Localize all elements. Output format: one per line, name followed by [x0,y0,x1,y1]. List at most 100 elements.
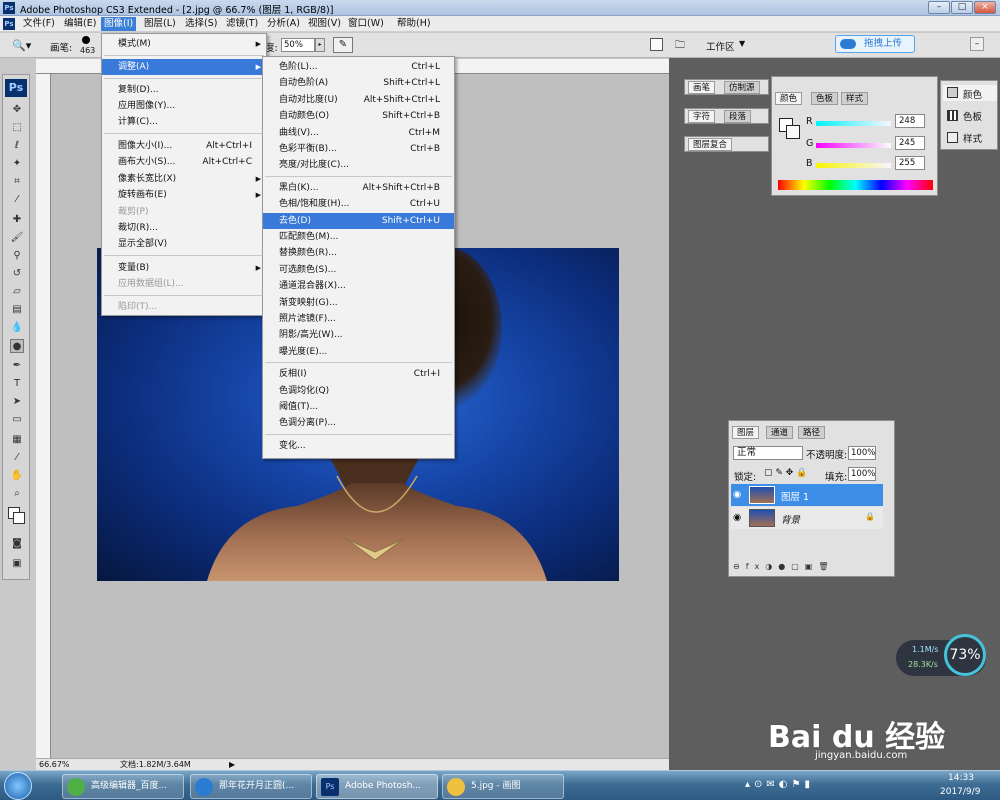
eraser-tool-icon[interactable]: ▱ [10,285,24,299]
tab-brushes[interactable]: 画笔 [688,81,716,94]
menu-adjustments[interactable]: 调整(A) ▶ [102,59,266,75]
gradient-tool-icon[interactable]: ▤ [10,303,24,317]
layer1-name[interactable]: 图层 1 [781,489,809,503]
tab-character[interactable]: 字符 [688,110,716,123]
brush-tool-icon[interactable]: 🖌 [10,231,24,245]
adjust-item[interactable]: 自动颜色(O) Shift+Ctrl+B [263,108,454,124]
maximize-button[interactable]: □ [951,1,973,14]
adjust-item[interactable]: 曲线(V)... Ctrl+M [263,125,454,141]
menu-mode[interactable]: 模式(M) ▶ [102,36,266,52]
menu-view[interactable]: 视图(V) [305,17,344,31]
network-widget[interactable]: 1.1M/s 28.3K/s 73% [896,634,986,676]
menu-apply-image[interactable]: 应用图像(Y)... [102,98,266,114]
zoom-tool-box-icon[interactable]: ⌕ [10,487,24,501]
g-slider[interactable] [816,143,891,148]
crop-tool-icon[interactable]: ⌗ [10,175,24,189]
menu-analysis[interactable]: 分析(A) [264,17,303,31]
menu-image[interactable]: 图像(I) [101,17,137,31]
adjust-item[interactable]: 曝光度(E)... [263,344,454,360]
pen-tool-icon[interactable]: ✒ [10,359,24,373]
adjust-item[interactable]: 反相(I) Ctrl+I [263,366,454,382]
background-color-swatch[interactable] [13,512,25,524]
adjust-item[interactable]: 匹配颜色(M)... [263,229,454,245]
clone-stamp-tool-icon[interactable]: ⚲ [10,249,24,263]
start-button[interactable] [4,772,32,800]
background-layer-name[interactable]: 背景 [781,512,800,526]
adjust-item[interactable]: 黑白(K)... Alt+Shift+Ctrl+B [263,180,454,196]
adjust-item[interactable]: 自动色阶(A) Shift+Ctrl+L [263,75,454,91]
quick-mask-icon[interactable]: ◙ [10,537,24,551]
tab-color[interactable]: 颜色 [775,92,803,105]
shape-tool-icon[interactable]: ▭ [10,413,24,427]
adjust-item[interactable]: 色彩平衡(B)... Ctrl+B [263,141,454,157]
menu-file[interactable]: 文件(F) [20,17,58,31]
layer-panel-footer-icons[interactable]: ⊖fx◑●▢▣🗑 [733,562,891,574]
layer-row-layer1[interactable]: ◉ 图层 1 [731,484,883,506]
adjust-item[interactable]: 渐变映射(G)... [263,295,454,311]
color-ramp[interactable] [778,180,933,190]
zoom-tool-icon[interactable]: 🔍▾ [12,39,31,52]
menu-help[interactable]: 帮助(H) [394,17,434,31]
tab-styles[interactable]: 样式 [841,92,869,105]
dodge-tool-icon[interactable]: ● [10,339,24,353]
menu-calculations[interactable]: 计算(C)... [102,114,266,130]
g-value-input[interactable]: 245 [895,136,925,150]
tab-swatches[interactable]: 色板 [811,92,839,105]
adjust-item[interactable]: 照片滤镜(F)... [263,311,454,327]
adjust-item[interactable]: 亮度/对比度(C)... [263,157,454,173]
r-value-input[interactable]: 248 [895,114,925,128]
bridge-icon[interactable]: 🗀 [675,38,685,55]
tab-layers[interactable]: 图层 [732,426,760,439]
menu-filter[interactable]: 滤镜(T) [223,17,261,31]
workspace-chevron-icon[interactable]: ▼ [739,39,745,48]
tab-paths[interactable]: 路径 [798,426,826,439]
adjust-item[interactable]: 去色(D) Shift+Ctrl+U [263,212,454,229]
r-slider[interactable] [816,121,891,126]
fill-input[interactable]: 100% [848,467,876,481]
visibility-eye-icon-bg[interactable]: ◉ [733,512,741,523]
tray-icons[interactable]: ▴⊙✉◐⚑▮ [745,779,814,790]
layer-opacity-input[interactable]: 100% [848,446,876,460]
menu-image-size[interactable]: 图像大小(I)... Alt+Ctrl+I [102,138,266,154]
brush-preview-icon[interactable] [82,36,90,44]
menu-edit[interactable]: 编辑(E) [61,17,99,31]
path-selection-tool-icon[interactable]: ➤ [10,395,24,409]
adjust-item[interactable]: 色调分离(P)... [263,415,454,431]
task-paint[interactable]: 5.jpg - 画图 [442,774,564,799]
menu-variables[interactable]: 变量(B) ▶ [102,260,266,276]
type-tool-icon[interactable]: T [10,377,24,391]
status-arrow-icon[interactable]: ▶ [229,759,235,770]
adjust-item[interactable]: 阴影/高光(W)... [263,327,454,343]
eyedropper2-tool-icon[interactable]: ⁄ [10,451,24,465]
hand-tool-icon[interactable]: ✋ [10,469,24,483]
b-value-input[interactable]: 255 [895,156,925,170]
workspace-button[interactable]: 工作区 [706,39,735,53]
eyedropper-tool-icon[interactable]: ⁄ [10,193,24,207]
task-video[interactable]: 那年花开月正圆(... [190,774,312,799]
screen-mode-icon[interactable]: ▣ [10,557,24,571]
opacity-input[interactable]: 50% [281,38,315,52]
zoom-level[interactable]: 66.67% [39,759,70,770]
healing-brush-tool-icon[interactable]: ✚ [10,213,24,227]
layer-row-background[interactable]: ◉ 背景 🔒 [731,507,883,529]
tab-layer-comps[interactable]: 图层复合 [688,138,733,151]
adjust-item[interactable]: 自动对比度(U) Alt+Shift+Ctrl+L [263,92,454,108]
menu-reveal-all[interactable]: 显示全部(V) [102,236,266,252]
close-button[interactable]: × [974,1,996,14]
menu-pixel-aspect[interactable]: 像素长宽比(X) ▶ [102,171,266,187]
styles-button[interactable]: 样式 [963,131,982,145]
notes-tool-icon[interactable]: ▦ [10,433,24,447]
adjust-item[interactable]: 变化... [263,438,454,454]
menu-layer[interactable]: 图层(L) [141,17,179,31]
tab-channels[interactable]: 通道 [766,426,794,439]
task-editor[interactable]: 高级编辑器_百度... [62,774,184,799]
tab-paragraph[interactable]: 段落 [724,110,752,123]
airbrush-icon[interactable]: ✎ [333,37,353,53]
menu-window[interactable]: 窗口(W) [345,17,387,31]
lasso-tool-icon[interactable]: ℓ [10,139,24,153]
adjust-item[interactable]: 色相/饱和度(H)... Ctrl+U [263,196,454,212]
menu-canvas-size[interactable]: 画布大小(S)... Alt+Ctrl+C [102,154,266,170]
adjust-item[interactable]: 阈值(T)... [263,399,454,415]
lock-icons[interactable]: ▢ ✎ ✥ 🔒 [764,468,807,478]
move-tool-icon[interactable]: ✥ [10,103,24,117]
